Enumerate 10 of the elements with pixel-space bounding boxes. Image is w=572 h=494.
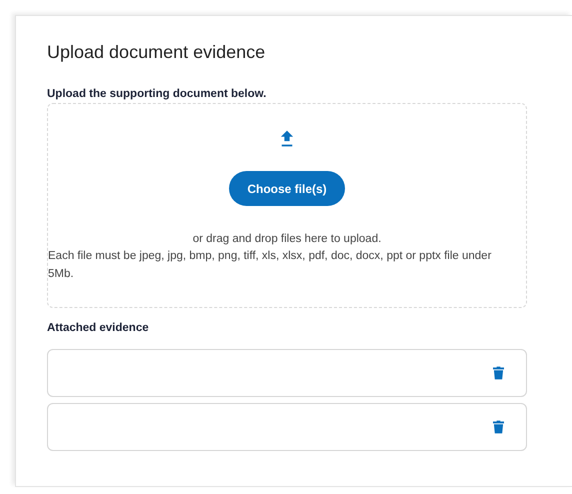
choose-files-button[interactable]: Choose file(s): [229, 171, 345, 206]
page-title: Upload document evidence: [47, 42, 266, 63]
trash-icon[interactable]: [493, 366, 504, 380]
file-requirements-text: Each file must be jpeg, jpg, bmp, png, tiff, xls, xlsx, pdf, doc, docx, ppt or pptx file under 5Mb.: [48, 249, 492, 282]
attached-label: Attached evidence: [47, 322, 150, 334]
trash-icon[interactable]: [493, 420, 504, 434]
drag-drop-text: or drag and drop files here to upload.: [192, 233, 382, 245]
upload-label: Upload the supporting document below.: [47, 88, 268, 100]
upload-icon: [280, 129, 294, 148]
drop-zone[interactable]: Choose file(s) or drag and drop files here to upload. Each file must be jpeg, jpg, bmp, png, tiff, xls, xlsx, pdf, doc, docx, ppt or pptx file under 5Mb.: [47, 103, 527, 308]
